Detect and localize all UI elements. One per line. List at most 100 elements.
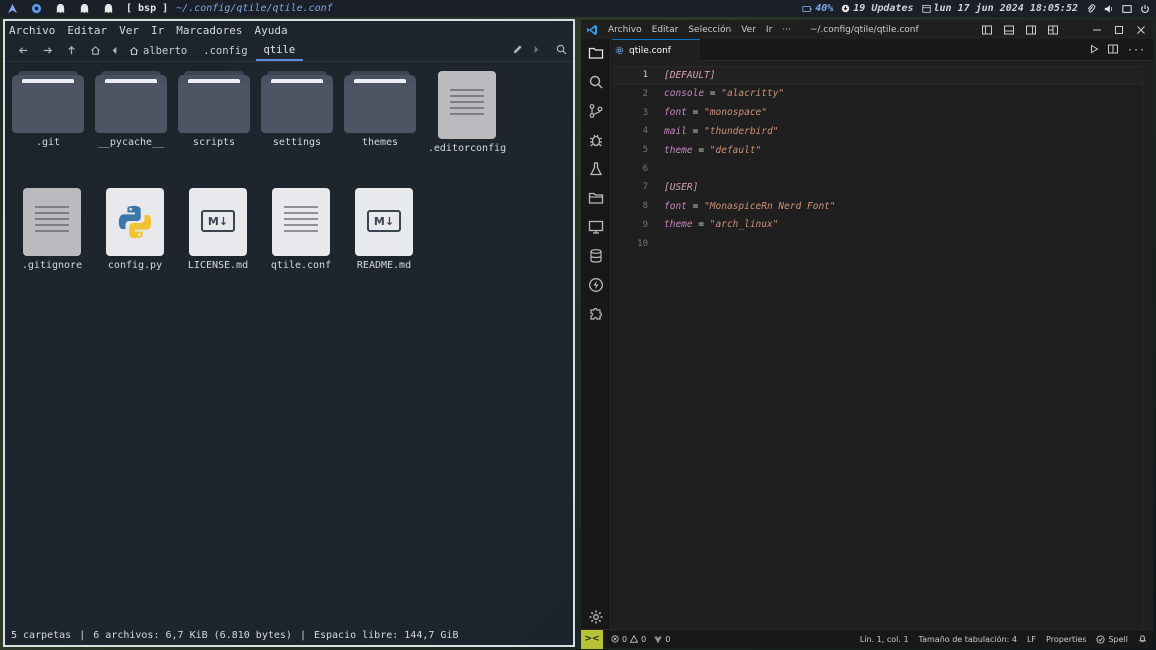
remote-explorer-button[interactable] (581, 186, 611, 210)
volume-icon[interactable] (1104, 4, 1114, 14)
split-editor-button[interactable] (1107, 43, 1118, 57)
folder-item[interactable]: themes (340, 71, 420, 148)
file-item[interactable]: M↓ LICENSE.md (178, 188, 258, 271)
menu-more[interactable]: ··· (777, 25, 796, 35)
folder-item[interactable]: .git (8, 71, 88, 148)
breadcrumb-scroll-right[interactable] (531, 44, 542, 58)
battery-widget[interactable]: 40% (802, 3, 833, 14)
edit-path-button[interactable] (512, 44, 523, 58)
arch-logo-icon[interactable] (5, 2, 19, 16)
toggle-secondary-sidebar-button[interactable] (1023, 22, 1039, 38)
browser-icon[interactable] (29, 2, 43, 16)
explorer-button[interactable] (581, 41, 611, 65)
config-key: theme (664, 219, 693, 231)
layout-indicator[interactable]: [ bsp ] (126, 3, 168, 14)
item-name: config.py (107, 260, 163, 271)
code-line[interactable]: 2 console = "alacritty" (612, 85, 1142, 104)
editor-scrollbar[interactable] (1142, 61, 1153, 629)
bug-icon (589, 134, 603, 147)
folder-item[interactable]: __pycache__ (91, 71, 171, 148)
clock-widget[interactable]: lun 17 jun 2024 18:05:52 (921, 3, 1078, 14)
menu-ver[interactable]: Ver (119, 24, 139, 37)
folder-item[interactable]: scripts (174, 71, 254, 148)
gear-icon (589, 610, 603, 624)
breadcrumb-qtile[interactable]: qtile (255, 41, 304, 61)
problems-indicator[interactable]: 0 0 (611, 635, 646, 644)
tab-qtile-conf[interactable]: qtile.conf (612, 39, 700, 61)
ghost-icon[interactable] (101, 2, 115, 16)
end-of-line[interactable]: LF (1027, 635, 1036, 644)
code-line[interactable]: 7 [USER] (612, 178, 1142, 197)
source-control-button[interactable] (581, 99, 611, 123)
run-button[interactable] (1089, 43, 1099, 57)
menu-editar[interactable]: Editar (67, 24, 107, 37)
code-line[interactable]: 1 [DEFAULT] (612, 66, 1142, 85)
updates-count: 19 Updates (853, 3, 914, 14)
ports-indicator[interactable]: 0 (654, 635, 670, 644)
menu-ver[interactable]: Ver (736, 25, 761, 35)
folder-icon (12, 71, 84, 133)
remote-indicator[interactable]: >< (581, 629, 603, 649)
window-icon[interactable] (1122, 4, 1132, 14)
database-button[interactable] (581, 244, 611, 268)
menu-ayuda[interactable]: Ayuda (254, 24, 287, 37)
home-button[interactable] (83, 41, 107, 61)
settings-button[interactable] (581, 605, 611, 629)
ghost-icon[interactable] (53, 2, 67, 16)
code-line[interactable]: 4 mail = "thunderbird" (612, 122, 1142, 141)
spell-checker[interactable]: Spell (1096, 635, 1128, 644)
testing-button[interactable] (581, 157, 611, 181)
breadcrumb-scroll-left[interactable] (107, 41, 121, 61)
back-button[interactable] (11, 41, 35, 61)
updates-widget[interactable]: 19 Updates (841, 3, 914, 14)
close-button[interactable] (1133, 22, 1149, 38)
maximize-button[interactable] (1111, 22, 1127, 38)
customize-layout-button[interactable] (1045, 22, 1061, 38)
editor-tabs: qtile.conf ··· (612, 39, 1153, 61)
more-actions-button[interactable]: ··· (1127, 45, 1145, 56)
menu-seleccion[interactable]: Selección (683, 25, 736, 35)
forward-button[interactable] (35, 41, 59, 61)
breadcrumb-alberto[interactable]: alberto (121, 41, 195, 61)
cursor-position[interactable]: Lín. 1, col. 1 (860, 635, 909, 644)
toggle-panel-button[interactable] (1001, 22, 1017, 38)
tab-size[interactable]: Tamaño de tabulación: 4 (919, 635, 1017, 644)
file-item[interactable]: config.py (95, 188, 175, 271)
run-debug-button[interactable] (581, 128, 611, 152)
file-item[interactable]: M↓ README.md (344, 188, 424, 271)
file-item[interactable]: qtile.conf (261, 188, 341, 271)
file-item[interactable]: .gitignore (12, 188, 92, 271)
language-mode[interactable]: Properties (1046, 635, 1086, 644)
search-button[interactable] (581, 70, 611, 94)
folder-item[interactable]: settings (257, 71, 337, 148)
menu-archivo[interactable]: Archivo (603, 25, 647, 35)
maximize-icon (1115, 25, 1123, 34)
thunder-client-button[interactable] (581, 273, 611, 297)
power-icon[interactable] (1140, 4, 1150, 14)
warning-count: 0 (641, 634, 647, 644)
menu-archivo[interactable]: Archivo (9, 24, 55, 37)
home-icon (129, 46, 139, 55)
search-button[interactable] (556, 44, 567, 58)
menu-marcadores[interactable]: Marcadores (176, 24, 242, 37)
code-line[interactable]: 5 theme = "default" (612, 141, 1142, 160)
minimize-button[interactable] (1089, 22, 1105, 38)
code-line[interactable]: 10 (612, 234, 1142, 253)
ghost-icon[interactable] (77, 2, 91, 16)
code-editor[interactable]: 1 [DEFAULT] 2 console = "alacritty" 3 font = … (612, 61, 1142, 629)
code-line[interactable]: 3 font = "monospace" (612, 103, 1142, 122)
code-line[interactable]: 8 font = "MonaspiceRn Nerd Font" (612, 197, 1142, 216)
file-item[interactable]: .editorconfig (427, 71, 507, 154)
menu-ir[interactable]: Ir (151, 24, 164, 37)
code-line[interactable]: 9 theme = "arch_linux" (612, 216, 1142, 235)
code-line[interactable]: 6 (612, 160, 1142, 179)
notifications-button[interactable] (1138, 634, 1147, 645)
up-button[interactable] (59, 41, 83, 61)
menu-editar[interactable]: Editar (647, 25, 684, 35)
breadcrumb-config[interactable]: .config (195, 41, 255, 61)
extensions-button[interactable] (581, 302, 611, 326)
menu-ir[interactable]: Ir (761, 25, 777, 35)
toggle-primary-sidebar-button[interactable] (979, 22, 995, 38)
remote-monitor-button[interactable] (581, 215, 611, 239)
paperclip-icon[interactable] (1086, 3, 1096, 14)
